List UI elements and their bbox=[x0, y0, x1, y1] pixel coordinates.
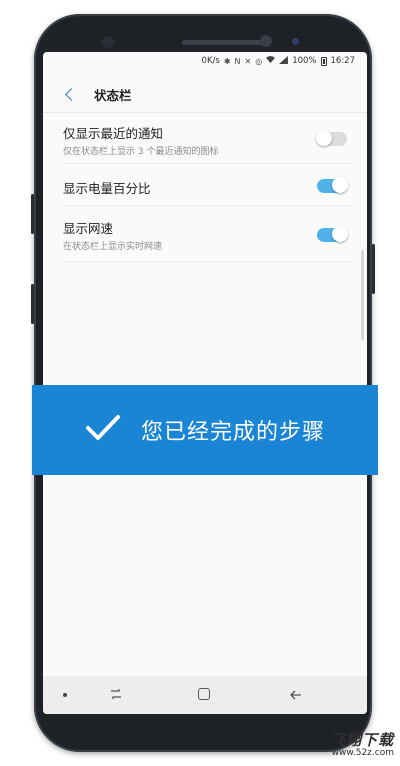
page-title: 状态栏 bbox=[94, 87, 132, 103]
setting-battery-percentage[interactable]: 显示电量百分比 bbox=[43, 164, 367, 206]
toggle-knob bbox=[332, 177, 348, 193]
home-icon[interactable] bbox=[198, 688, 210, 700]
header-divider bbox=[43, 112, 367, 113]
setting-subtitle: 在状态栏上显示实时网速 bbox=[63, 242, 163, 252]
setting-subtitle: 仅在状态栏上显示 3 个最近通知的图标 bbox=[63, 147, 219, 157]
recent-apps-icon[interactable] bbox=[109, 686, 123, 705]
recent-notifications-toggle[interactable] bbox=[316, 130, 347, 146]
completion-banner: 您已经完成的步骤 bbox=[32, 385, 378, 475]
alarm-icon: ◎ bbox=[255, 56, 263, 66]
status-bar: 0K/s ✱ N ✕ ◎ 100% 16:27 bbox=[43, 52, 367, 72]
setting-network-speed[interactable]: 显示网速 在状态栏上显示实时网速 bbox=[43, 206, 367, 262]
battery-percentage-toggle[interactable] bbox=[317, 177, 348, 193]
network-speed: 0K/s bbox=[201, 56, 220, 66]
toggle-knob bbox=[332, 226, 348, 242]
setting-recent-notifications[interactable]: 仅显示最近的通知 仅在状态栏上显示 3 个最近通知的图标 bbox=[43, 114, 367, 164]
scrollbar[interactable] bbox=[361, 250, 364, 340]
network-speed-toggle[interactable] bbox=[317, 226, 348, 242]
mute-icon: ✕ bbox=[244, 56, 252, 66]
setting-title: 显示网速 bbox=[63, 221, 114, 236]
dot-icon[interactable] bbox=[63, 693, 67, 697]
toggle-knob bbox=[316, 130, 332, 146]
volume-button bbox=[31, 194, 34, 234]
battery-percent: 100% bbox=[292, 56, 317, 66]
front-camera bbox=[260, 35, 272, 47]
bixby-button bbox=[31, 284, 34, 324]
signal-icon bbox=[279, 56, 289, 66]
watermark-url: www.52z.com bbox=[331, 747, 394, 758]
back-icon[interactable] bbox=[289, 687, 303, 706]
banner-text: 您已经完成的步骤 bbox=[140, 420, 325, 445]
setting-title: 显示电量百分比 bbox=[63, 181, 151, 196]
app-header: 状态栏 bbox=[43, 76, 367, 112]
status-time: 16:27 bbox=[330, 56, 356, 66]
watermark-logo: 飞翔下载 bbox=[329, 730, 394, 749]
nfc-icon: N bbox=[234, 56, 241, 66]
back-arrow-icon[interactable] bbox=[65, 87, 78, 101]
phone-screen: 0K/s ✱ N ✕ ◎ 100% 16:27 状态栏 仅显示最近的通知 仅在状… bbox=[43, 52, 367, 714]
battery-icon bbox=[320, 56, 327, 66]
iris-scanner-left bbox=[102, 36, 114, 48]
power-button bbox=[372, 244, 375, 294]
navigation-bar bbox=[43, 676, 367, 714]
earpiece-speaker bbox=[182, 40, 262, 45]
setting-title: 仅显示最近的通知 bbox=[63, 126, 164, 141]
watermark: 飞翔下载 www.52z.com bbox=[329, 730, 394, 758]
bluetooth-icon: ✱ bbox=[223, 56, 231, 66]
iris-scanner-right bbox=[292, 38, 299, 45]
wifi-icon bbox=[266, 56, 276, 66]
checkmark-icon bbox=[85, 414, 121, 446]
row-divider bbox=[63, 261, 353, 262]
